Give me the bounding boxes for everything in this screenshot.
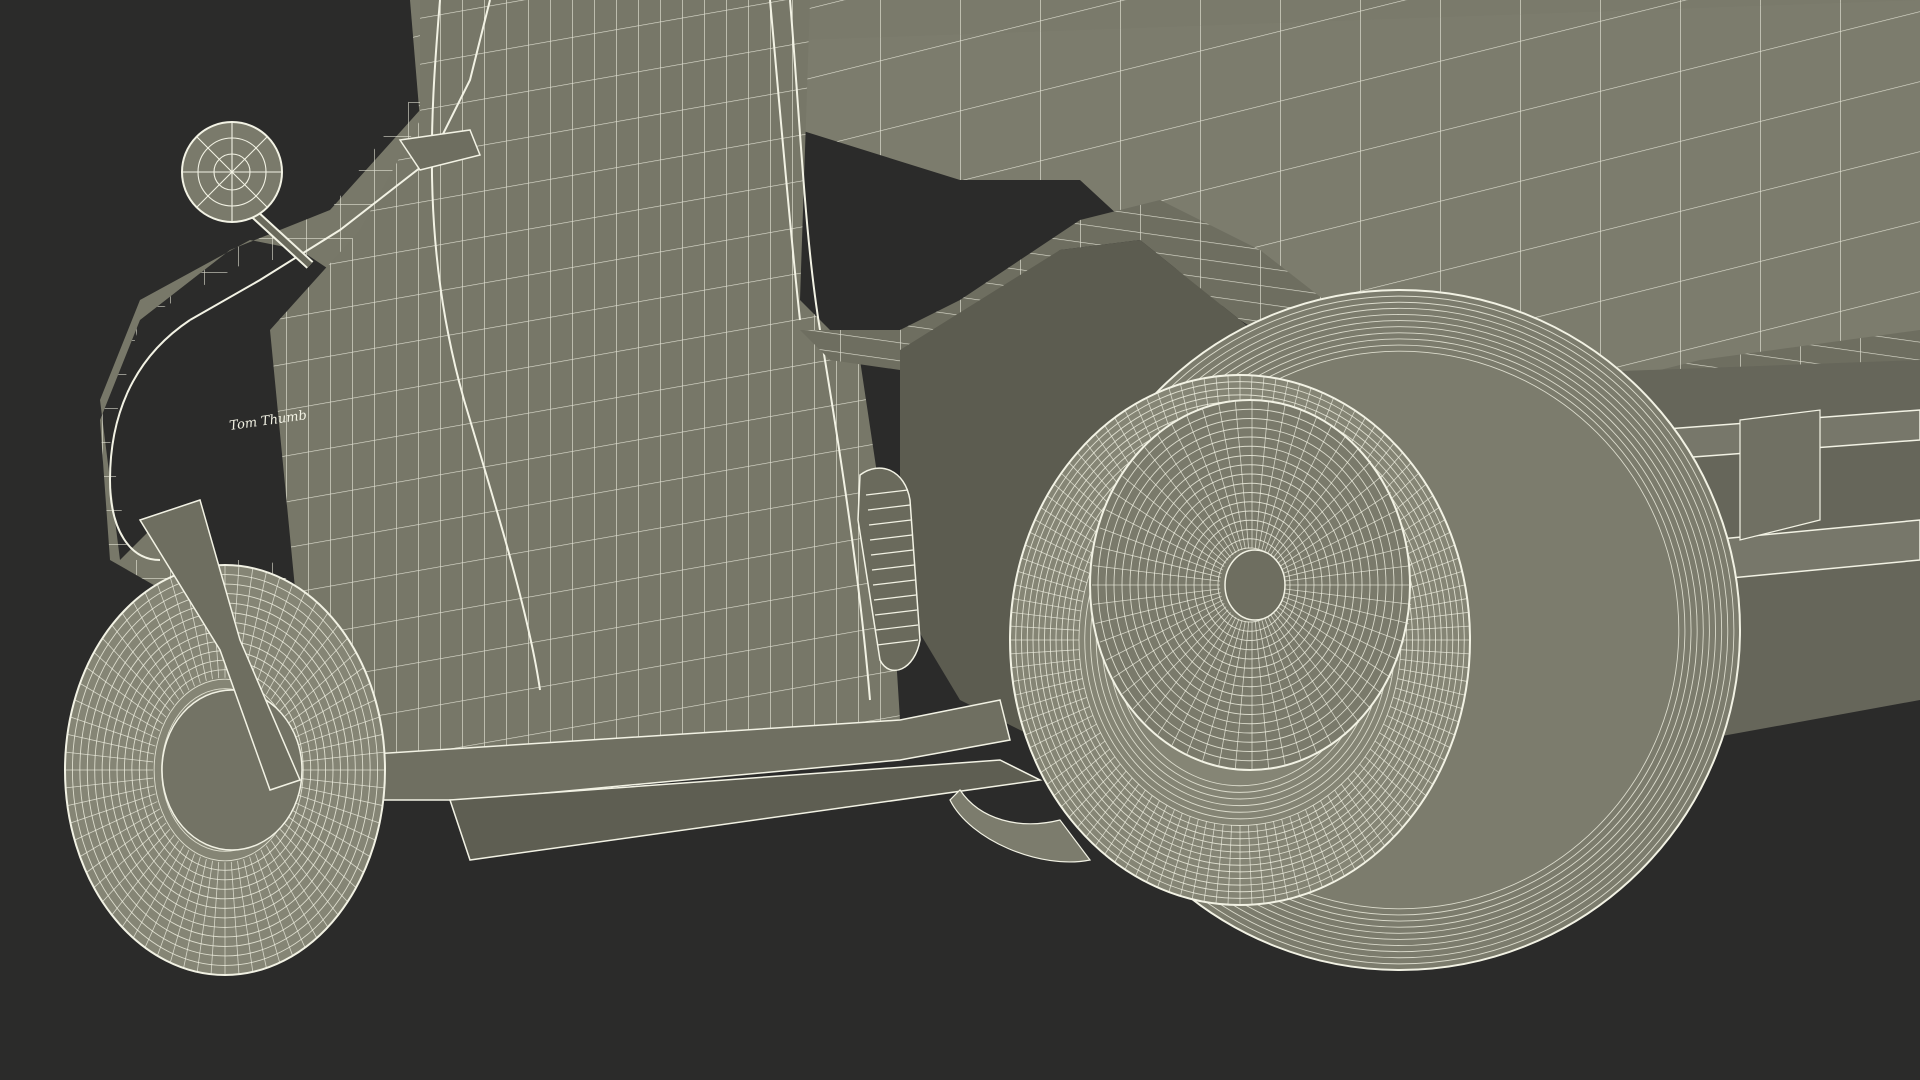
rear-hub-cap (1224, 549, 1286, 621)
chassis-crossmember (1739, 409, 1821, 541)
door-grid (270, 0, 900, 770)
side-mirror-mesh (182, 122, 282, 222)
wireframe-truck-render: Tom Thumb (64, 0, 1920, 976)
render-viewport: Tom Thumb (0, 0, 1920, 1080)
